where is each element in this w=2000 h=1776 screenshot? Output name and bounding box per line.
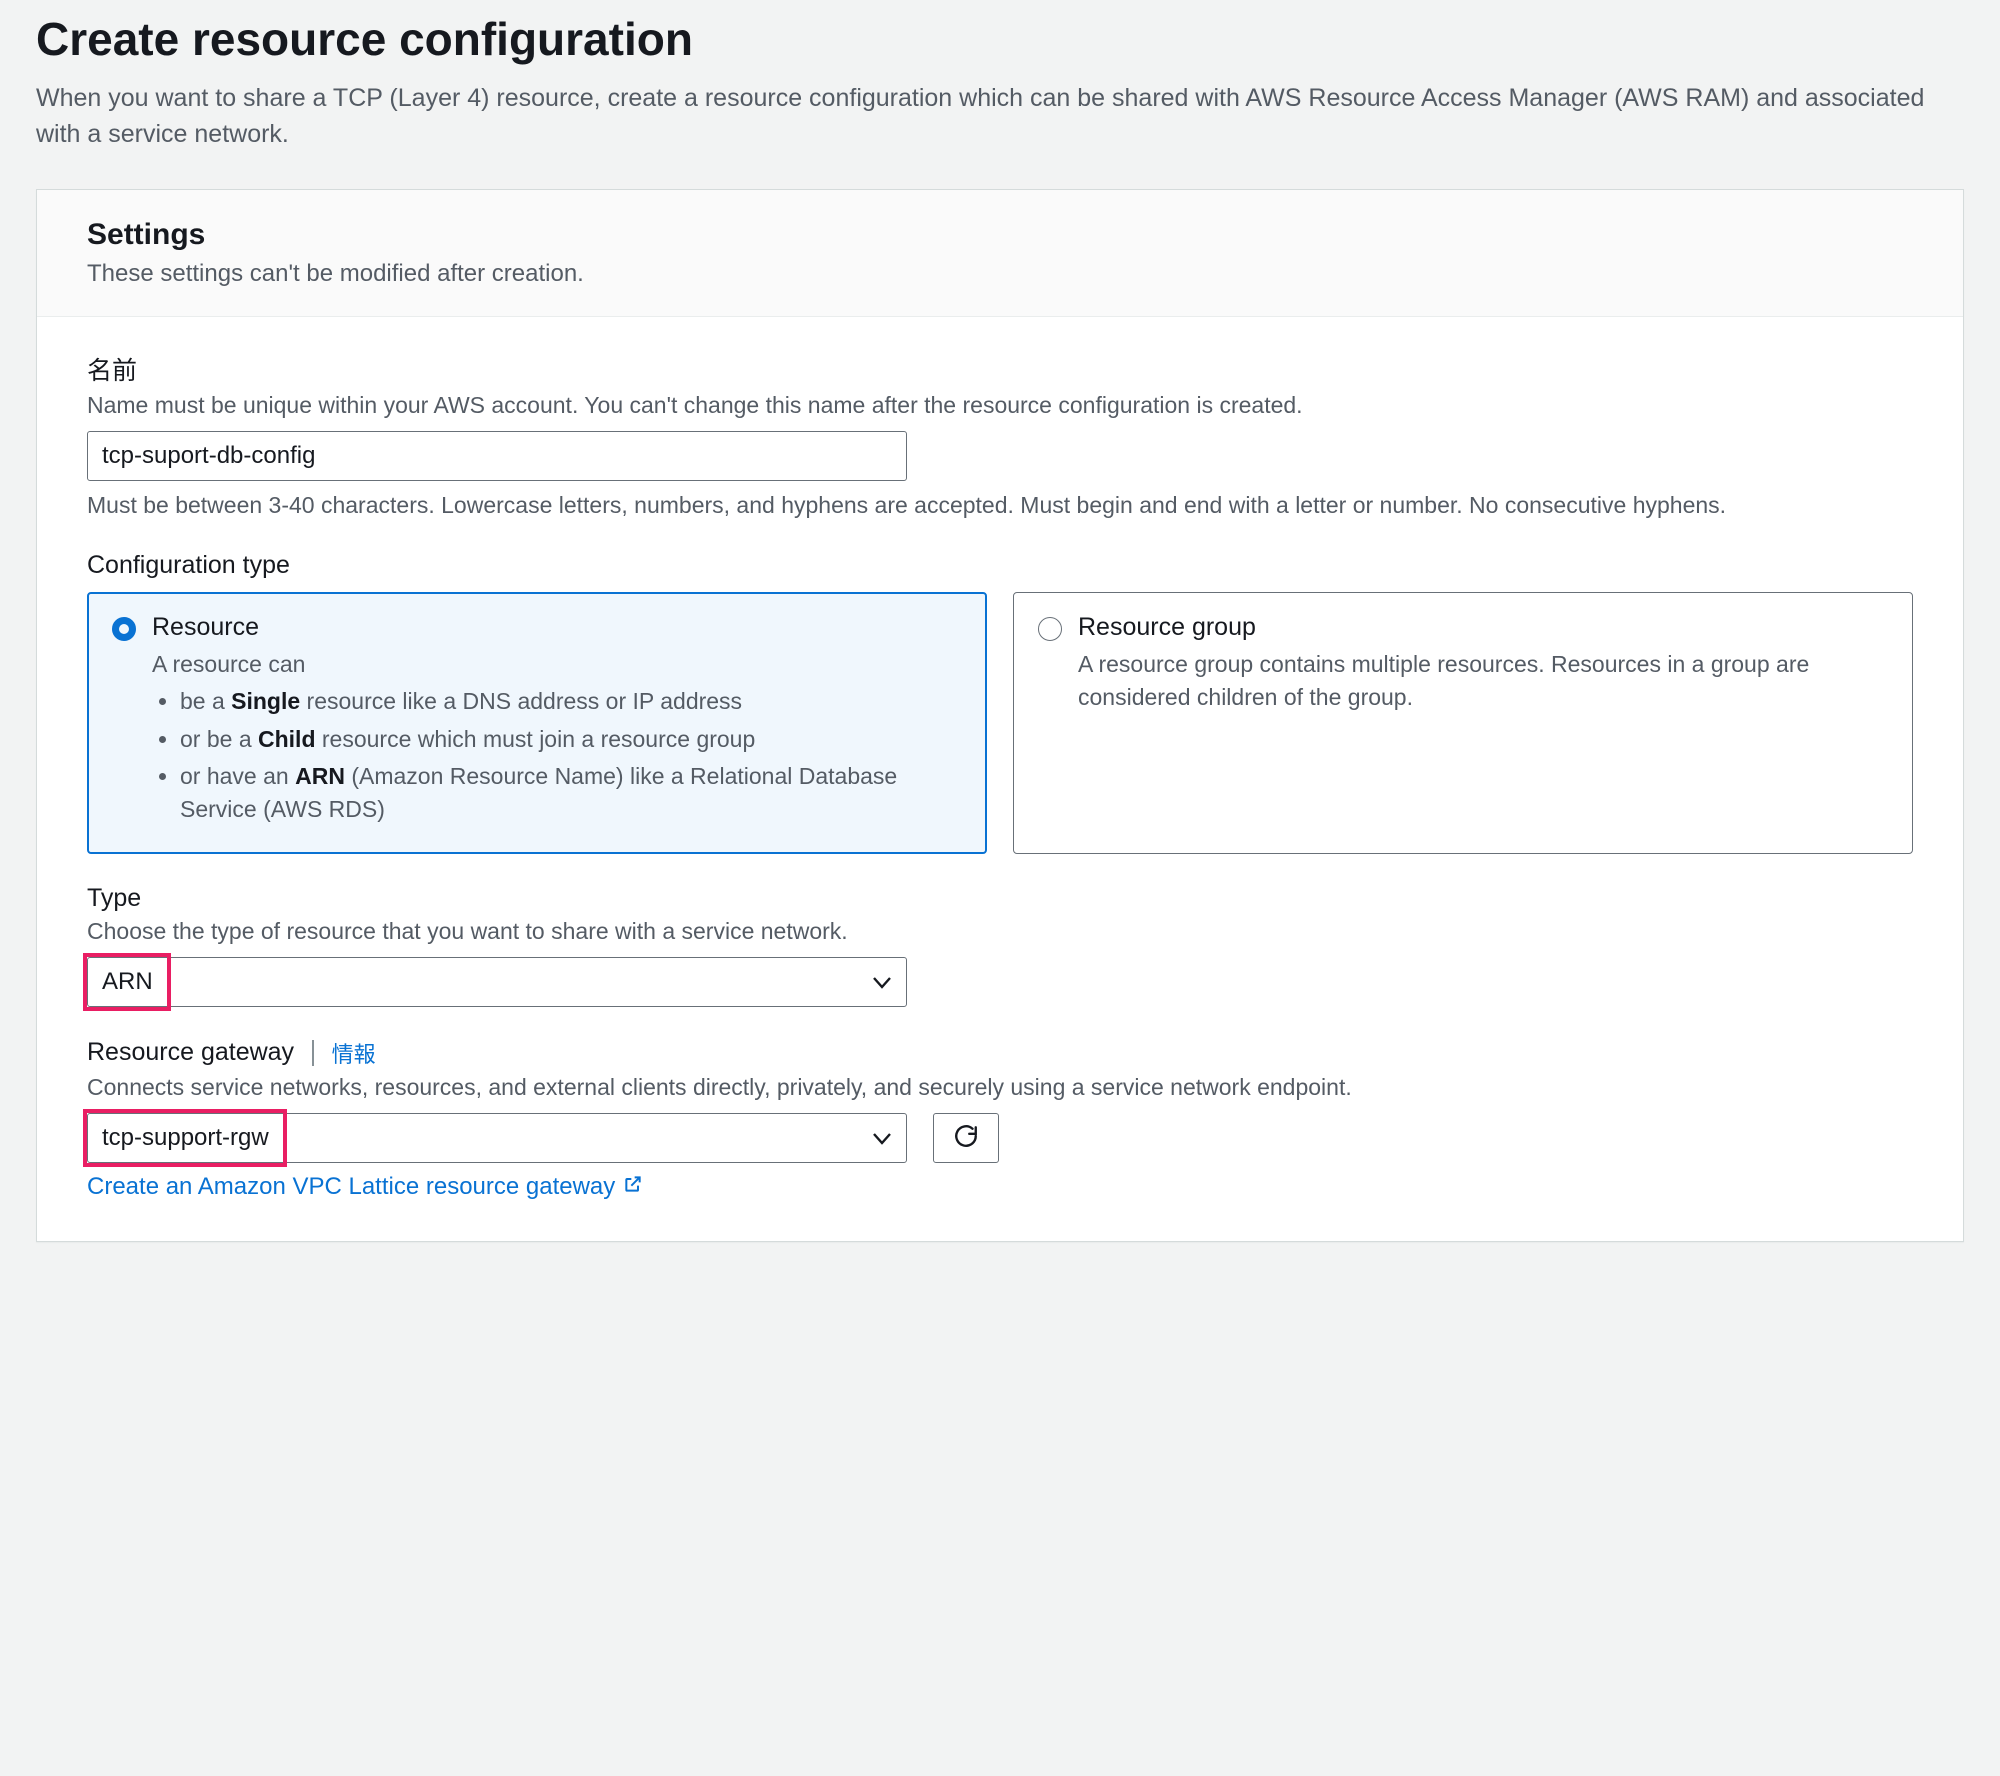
- settings-subheading: These settings can't be modified after c…: [87, 260, 1913, 288]
- radio-group-title: Resource group: [1078, 613, 1888, 642]
- create-gateway-link-text: Create an Amazon VPC Lattice resource ga…: [87, 1173, 615, 1201]
- gateway-select[interactable]: tcp-support-rgw: [87, 1113, 907, 1163]
- separator: [312, 1040, 314, 1066]
- name-hint: Must be between 3-40 characters. Lowerca…: [87, 489, 1913, 521]
- gateway-desc: Connects service networks, resources, an…: [87, 1071, 1913, 1103]
- create-gateway-link[interactable]: Create an Amazon VPC Lattice resource ga…: [87, 1173, 643, 1201]
- resource-bullet-2: or be a Child resource which must join a…: [180, 723, 962, 756]
- type-select-value: ARN: [102, 968, 153, 995]
- radio-icon: [112, 617, 136, 641]
- config-type-field: Configuration type Resource A resource c…: [87, 551, 1913, 854]
- name-input[interactable]: [87, 431, 907, 481]
- settings-heading: Settings: [87, 218, 1913, 252]
- radio-option-resource-group[interactable]: Resource group A resource group contains…: [1013, 592, 1913, 854]
- refresh-icon: [953, 1123, 979, 1152]
- resource-bullet-3: or have an ARN (Amazon Resource Name) li…: [180, 760, 962, 827]
- page-subtitle: When you want to share a TCP (Layer 4) r…: [36, 80, 1964, 153]
- config-type-label: Configuration type: [87, 551, 1913, 580]
- radio-group-desc: A resource group contains multiple resou…: [1078, 648, 1888, 715]
- name-desc: Name must be unique within your AWS acco…: [87, 389, 1913, 421]
- page-title: Create resource configuration: [36, 12, 1964, 66]
- resource-intro: A resource can: [152, 651, 305, 677]
- type-select[interactable]: ARN: [87, 957, 907, 1007]
- gateway-select-value: tcp-support-rgw: [102, 1124, 269, 1151]
- name-label: 名前: [87, 351, 1913, 387]
- type-field: Type Choose the type of resource that yo…: [87, 884, 1913, 1007]
- type-desc: Choose the type of resource that you wan…: [87, 915, 1913, 947]
- radio-resource-title: Resource: [152, 613, 962, 642]
- gateway-field: Resource gateway 情報 Connects service net…: [87, 1037, 1913, 1201]
- resource-bullet-1: be a Single resource like a DNS address …: [180, 685, 962, 718]
- radio-option-resource[interactable]: Resource A resource can be a Single reso…: [87, 592, 987, 854]
- settings-panel: Settings These settings can't be modifie…: [36, 189, 1964, 1242]
- panel-header: Settings These settings can't be modifie…: [37, 190, 1963, 317]
- gateway-label: Resource gateway: [87, 1038, 294, 1067]
- name-field: 名前 Name must be unique within your AWS a…: [87, 351, 1913, 521]
- radio-icon: [1038, 617, 1062, 641]
- external-link-icon: [623, 1173, 643, 1201]
- gateway-info-link[interactable]: 情報: [332, 1037, 376, 1069]
- type-label: Type: [87, 884, 1913, 913]
- refresh-button[interactable]: [933, 1113, 999, 1163]
